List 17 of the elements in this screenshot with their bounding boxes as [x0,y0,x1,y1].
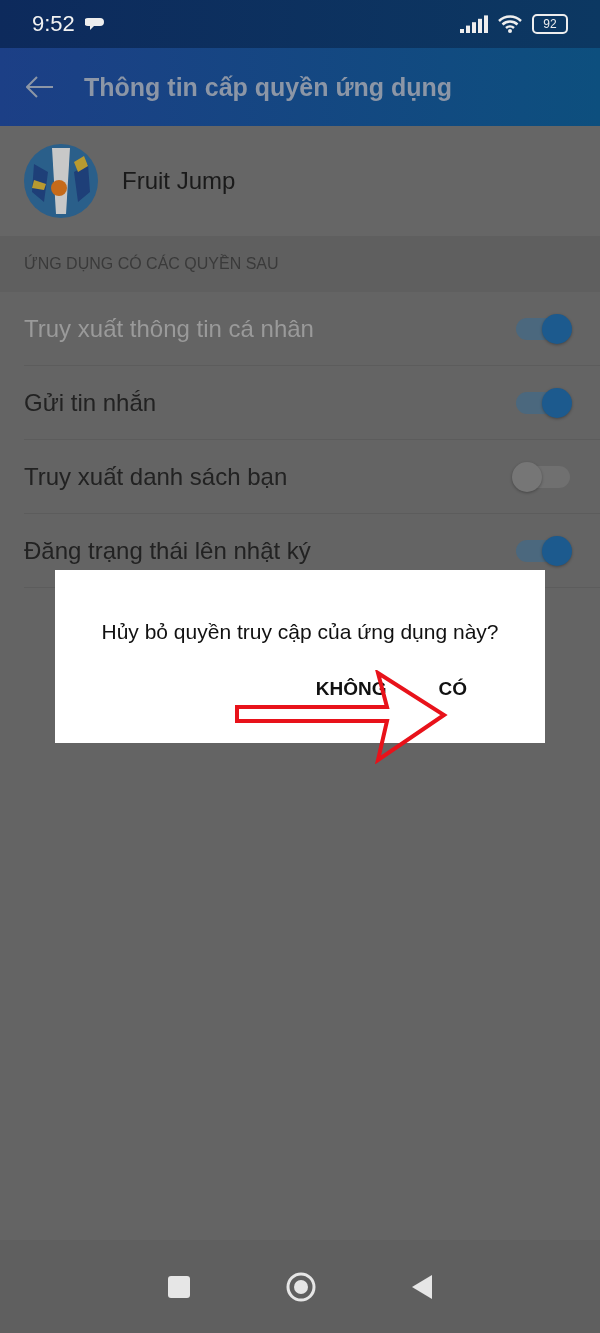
back-icon[interactable] [411,1273,433,1300]
permission-label: Đăng trạng thái lên nhật ký [24,536,312,565]
app-name: Fruit Jump [122,167,236,195]
signal-icon [460,15,488,33]
permission-label: Truy xuất danh sách bạn [24,462,289,491]
home-icon[interactable] [285,1270,317,1303]
wifi-icon [498,15,522,33]
screen-title: Thông tin cấp quyền ứng dụng [84,72,453,102]
dialog-message: Hủy bỏ quyền truy cập của ứng dụng này? [100,620,500,644]
dialog-button[interactable]: CÓ [432,674,473,704]
chat-bubble-icon [84,16,105,32]
status-time: 9:52 [32,11,75,37]
recent-apps-icon[interactable] [167,1274,191,1299]
permission-label: Gửi tin nhắn [24,388,158,417]
app-logo-icon [24,144,98,218]
battery-indicator: 92 [532,14,568,34]
back-arrow-icon[interactable] [26,76,54,98]
